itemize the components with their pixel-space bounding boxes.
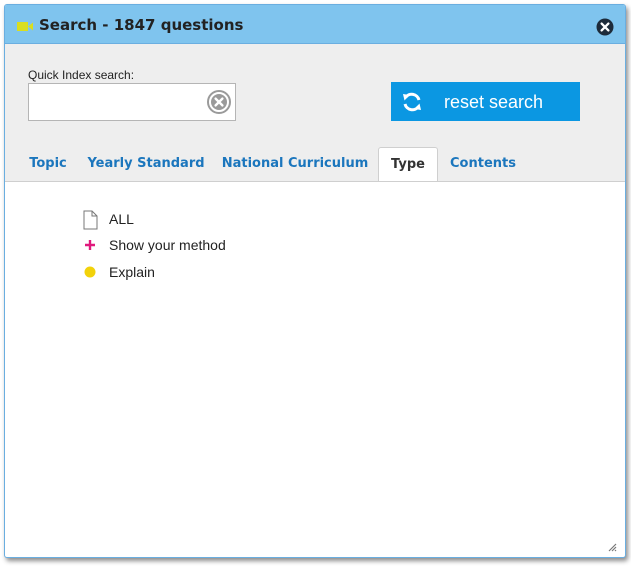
reset-search-label: reset search <box>444 92 544 112</box>
tab-type[interactable]: Type <box>378 147 438 182</box>
document-icon <box>81 210 99 230</box>
tab-national-curriculum[interactable]: National Curriculum <box>219 147 371 181</box>
clear-search-icon[interactable] <box>207 90 231 114</box>
reset-search-button[interactable]: reset search <box>391 82 580 121</box>
close-icon[interactable] <box>596 18 614 36</box>
quick-index-label: Quick Index search: <box>28 68 135 82</box>
tab-contents[interactable]: Contents <box>446 147 520 181</box>
type-item-label: Show your method <box>109 237 226 253</box>
quick-index-search-input[interactable] <box>28 83 236 121</box>
dialog-title: Search - 1847 questions <box>39 16 244 34</box>
refresh-icon <box>401 91 423 113</box>
title-bar: Search - 1847 questions <box>5 5 625 44</box>
search-panel: Quick Index search: reset search Topic Y… <box>5 44 625 182</box>
tab-divider <box>5 181 625 182</box>
dot-icon <box>81 263 99 283</box>
video-camera-icon <box>17 19 33 31</box>
resize-grip-icon[interactable] <box>607 539 617 552</box>
type-item-label: Explain <box>109 264 155 280</box>
tab-yearly-standard[interactable]: Yearly Standard <box>85 147 207 181</box>
plus-icon <box>81 236 99 256</box>
tab-topic[interactable]: Topic <box>23 147 73 181</box>
type-item-label: ALL <box>109 211 134 227</box>
search-dialog: Search - 1847 questions Quick Index sear… <box>4 4 626 558</box>
